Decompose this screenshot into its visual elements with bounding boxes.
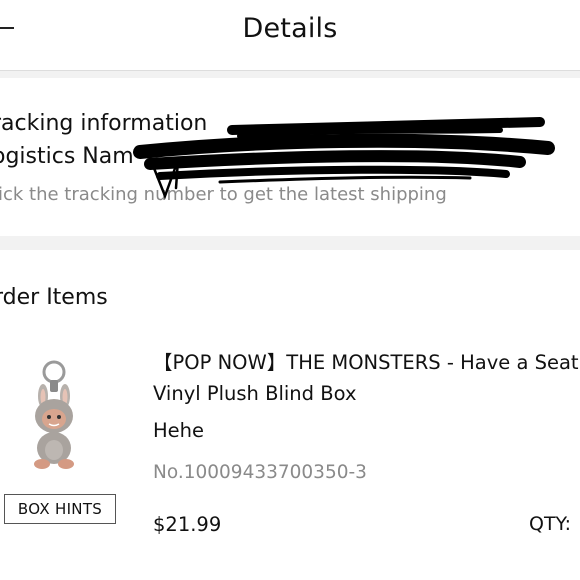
order-items-title: rder Items (0, 285, 108, 310)
order-number: No.10009433700350-3 (153, 462, 367, 483)
quantity-label: QTY: (529, 513, 572, 535)
tracking-card: racking information ogistics Nam lick th… (0, 78, 580, 236)
product-variant: Hehe (153, 419, 205, 442)
plush-keychain-image[interactable] (22, 358, 86, 476)
product-name[interactable]: 【POP NOW】THE MONSTERS - Have a Seat Viny… (153, 347, 580, 409)
redaction-scribble (133, 117, 555, 200)
page-title: Details (242, 13, 338, 44)
top-bar: Details (0, 0, 580, 71)
product-price: $21.99 (153, 513, 222, 536)
box-hints-button[interactable]: BOX HINTS (4, 494, 116, 524)
order-items-card: rder Items BOX HINTS 【POP NOW】THE MONSTE… (0, 250, 580, 580)
